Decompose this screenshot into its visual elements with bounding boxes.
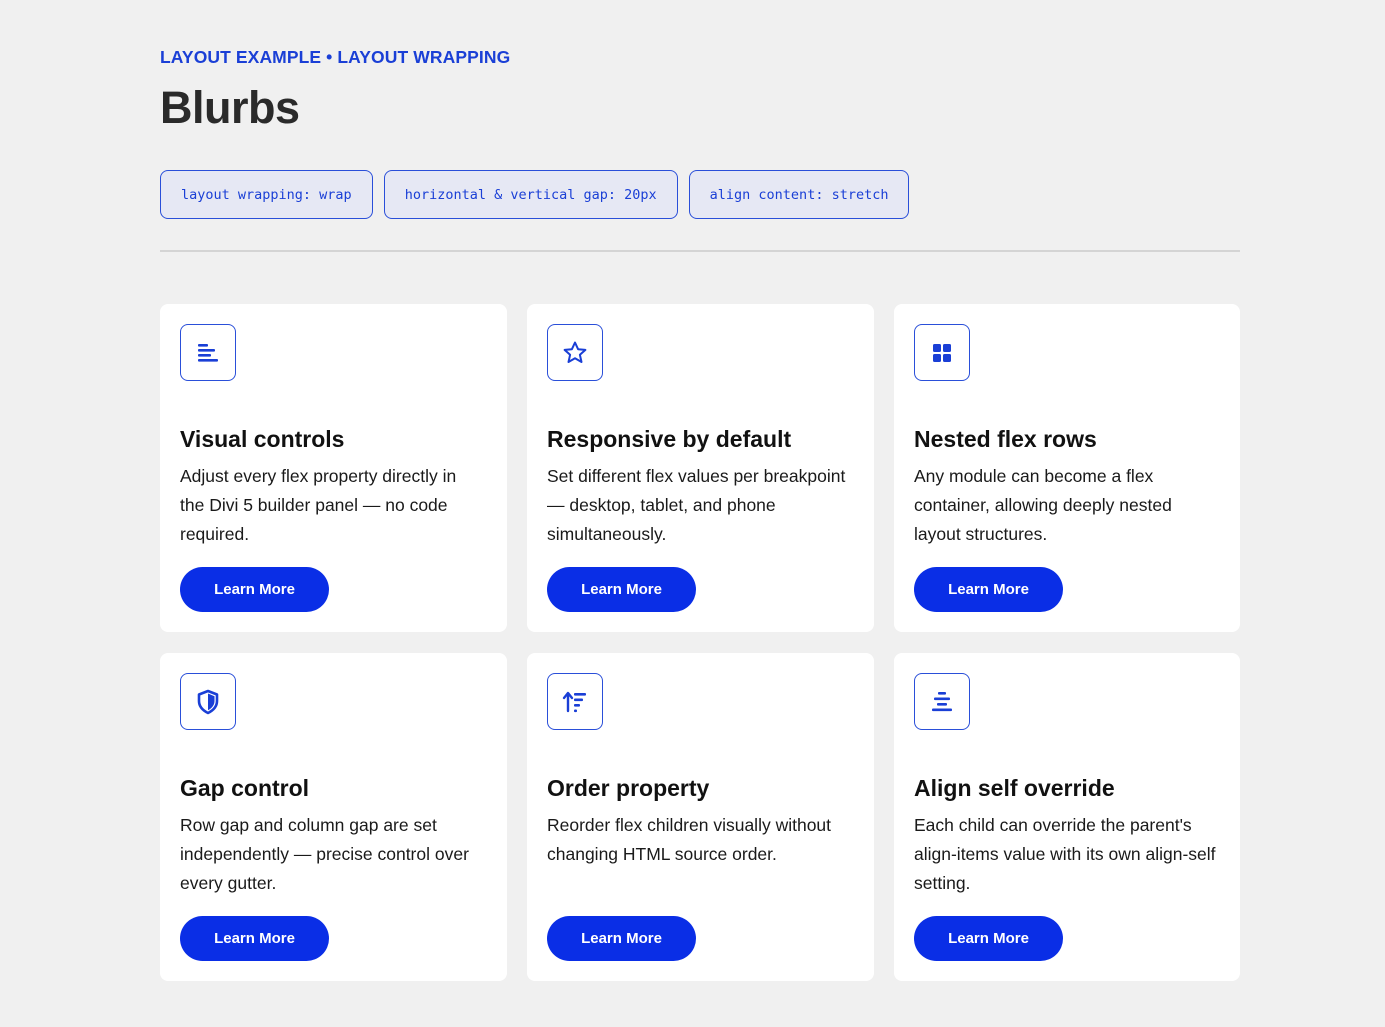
card-title: Responsive by default: [547, 426, 792, 452]
learn-more-button[interactable]: Learn More: [547, 916, 696, 961]
card-title: Gap control: [180, 775, 310, 801]
star-icon: [547, 324, 603, 381]
property-tags: layout wrapping: wrap horizontal & verti…: [160, 170, 1240, 219]
align-left-icon: [180, 324, 236, 381]
tag-align-content: align content: stretch: [688, 170, 910, 219]
card-description: Row gap and column gap are set independe…: [180, 815, 469, 893]
learn-more-button[interactable]: Learn More: [180, 567, 329, 612]
tag-layout-wrapping: layout wrapping: wrap: [160, 170, 373, 219]
tag-gap: horizontal & vertical gap: 20px: [383, 170, 678, 219]
learn-more-button[interactable]: Learn More: [914, 567, 1063, 612]
learn-more-button[interactable]: Learn More: [547, 567, 696, 612]
grid-icon: [914, 324, 970, 381]
blurb-card-gap-control: Gap control Row gap and column gap are s…: [160, 653, 507, 981]
blurb-card-nested-flex: Nested flex rows Any module can become a…: [894, 304, 1240, 632]
card-description: Each child can override the parent's ali…: [914, 815, 1216, 893]
page-title: Blurbs: [160, 82, 300, 133]
blurb-card-align-self: Align self override Each child can overr…: [894, 653, 1240, 981]
card-description: Adjust every flex property directly in t…: [180, 466, 457, 544]
blurb-card-responsive: Responsive by default Set different flex…: [527, 304, 874, 632]
align-center-icon: [914, 673, 970, 730]
page-content: LAYOUT EXAMPLE • LAYOUT WRAPPING Blurbs …: [160, 46, 1240, 981]
card-description: Any module can become a flex container, …: [914, 466, 1172, 544]
blurb-card-visual-controls: Visual controls Adjust every flex proper…: [160, 304, 507, 632]
eyebrow-label: LAYOUT EXAMPLE • LAYOUT WRAPPING: [160, 47, 511, 67]
divider: [160, 250, 1240, 252]
card-title: Visual controls: [180, 426, 345, 452]
learn-more-button[interactable]: Learn More: [180, 916, 329, 961]
blurb-grid: Visual controls Adjust every flex proper…: [160, 304, 1240, 981]
card-description: Set different flex values per breakpoint…: [547, 466, 846, 544]
learn-more-button[interactable]: Learn More: [914, 916, 1063, 961]
blurb-card-order-property: Order property Reorder flex children vis…: [527, 653, 874, 981]
sort-ascending-icon: [547, 673, 603, 730]
shield-icon: [180, 673, 236, 730]
card-description: Reorder flex children visually without c…: [547, 815, 832, 864]
card-title: Nested flex rows: [914, 426, 1097, 452]
card-title: Align self override: [914, 775, 1115, 801]
card-title: Order property: [547, 775, 710, 801]
